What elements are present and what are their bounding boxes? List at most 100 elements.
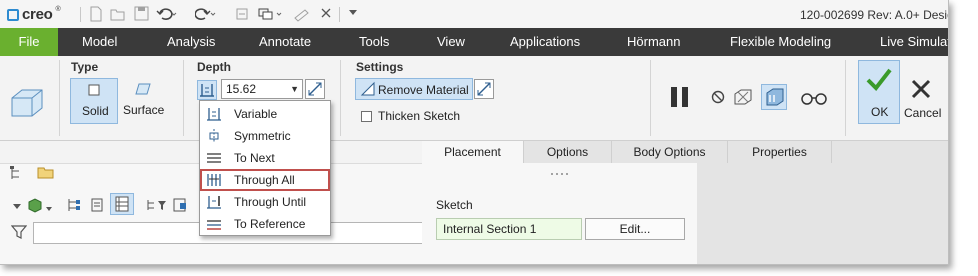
flip-depth-button[interactable] xyxy=(305,79,325,99)
no-preview-icon[interactable] xyxy=(710,89,726,108)
tab-live-simulation[interactable]: Live Simulation xyxy=(880,28,948,56)
menu-item-to-next[interactable]: To Next xyxy=(200,147,330,169)
menu-item-label: Symmetric xyxy=(234,129,291,143)
chevron-down-icon[interactable]: ▼ xyxy=(290,80,299,98)
surface-label: Surface xyxy=(123,103,165,117)
cancel-label[interactable]: Cancel xyxy=(904,106,941,120)
tree-columns-icon[interactable] xyxy=(172,197,188,216)
windows-icon[interactable] xyxy=(257,6,285,22)
ribbon-separator xyxy=(845,60,846,136)
edit-sketch-button[interactable]: Edit... xyxy=(585,218,685,240)
logo-text: creo xyxy=(22,6,53,23)
solid-button[interactable]: Solid xyxy=(70,78,118,124)
customize-icon[interactable] xyxy=(345,6,361,22)
menu-item-through-all[interactable]: Through All xyxy=(200,169,330,191)
collapse-chevron-icon[interactable] xyxy=(12,200,22,214)
quick-access-separator-2 xyxy=(339,7,340,22)
tab-flexible-modeling[interactable]: Flexible Modeling xyxy=(730,28,831,56)
tab-model[interactable]: Model xyxy=(82,28,117,56)
ribbon-separator xyxy=(650,60,651,136)
creo-window: creo ® 120-002699 Rev: A.0+ Design File … xyxy=(0,0,949,265)
symmetric-depth-icon xyxy=(206,128,222,144)
menu-item-label: To Reference xyxy=(234,217,306,231)
ribbon-separator xyxy=(183,60,184,136)
ribbon-separator xyxy=(59,60,60,136)
remove-material-label: Remove Material xyxy=(378,83,469,97)
solid-label: Solid xyxy=(82,104,109,118)
close-window-icon[interactable] xyxy=(292,6,312,22)
tab-view[interactable]: View xyxy=(437,28,465,56)
tab-hormann[interactable]: Hörmann xyxy=(627,28,680,56)
to-next-icon xyxy=(206,150,222,166)
through-until-icon xyxy=(206,194,222,210)
redo-icon[interactable] xyxy=(194,6,217,22)
title-bar: creo ® 120-002699 Rev: A.0+ Design xyxy=(0,0,948,29)
filter-icon xyxy=(10,224,28,243)
menu-item-through-until[interactable]: Through Until xyxy=(200,191,330,213)
tab-tools[interactable]: Tools xyxy=(359,28,389,56)
depth-option-button[interactable] xyxy=(197,80,217,100)
verify-glasses-icon[interactable] xyxy=(800,90,828,109)
menu-item-to-reference[interactable]: To Reference xyxy=(200,213,330,235)
undo-icon[interactable] xyxy=(156,6,178,22)
regenerate-icon[interactable] xyxy=(234,6,250,22)
tab-body-options[interactable]: Body Options xyxy=(612,141,728,163)
thicken-sketch-checkbox[interactable] xyxy=(361,111,372,122)
close-icon[interactable] xyxy=(318,6,334,22)
settings-group-label: Settings xyxy=(356,60,404,74)
menu-item-label: To Next xyxy=(234,151,275,165)
layer-tree-button[interactable] xyxy=(110,193,134,215)
new-icon[interactable] xyxy=(88,6,104,22)
remove-material-icon xyxy=(360,81,376,100)
tab-analysis[interactable]: Analysis xyxy=(167,28,215,56)
menu-item-variable[interactable]: Variable xyxy=(200,103,330,125)
sketch-label: Sketch xyxy=(436,198,473,212)
open-icon[interactable] xyxy=(110,6,126,22)
ribbon-separator xyxy=(340,60,341,136)
ok-button[interactable]: OK xyxy=(858,60,900,124)
solid-icon xyxy=(87,83,101,100)
extrude-icon xyxy=(10,88,44,121)
sketch-collector[interactable]: Internal Section 1 xyxy=(436,218,582,240)
variable-depth-icon xyxy=(206,106,222,122)
creo-logo-icon xyxy=(7,8,19,21)
cancel-x-icon[interactable] xyxy=(910,79,932,102)
through-all-icon xyxy=(206,172,222,188)
menu-item-symmetric[interactable]: Symmetric xyxy=(200,125,330,147)
menu-item-label: Through Until xyxy=(234,195,307,209)
feature-preview-button[interactable] xyxy=(761,84,787,110)
thicken-sketch-label: Thicken Sketch xyxy=(378,109,461,123)
depth-value: 15.62 xyxy=(226,82,257,96)
depth-value-input[interactable]: 15.62 ▼ xyxy=(221,79,303,99)
model-tree-icon[interactable] xyxy=(9,165,23,184)
tree-filter-icon[interactable] xyxy=(146,197,168,216)
tab-file[interactable]: File xyxy=(0,28,58,56)
tab-properties[interactable]: Properties xyxy=(728,141,832,163)
tab-applications[interactable]: Applications xyxy=(510,28,580,56)
remove-material-button[interactable]: Remove Material xyxy=(355,78,473,100)
creo-logo: creo ® xyxy=(7,6,61,23)
show-icon[interactable] xyxy=(90,197,104,216)
save-icon[interactable] xyxy=(133,6,149,22)
folder-browser-icon[interactable] xyxy=(37,164,55,183)
ok-label: OK xyxy=(871,105,889,119)
part-dropdown-icon[interactable] xyxy=(45,202,53,216)
document-title: 120-002699 Rev: A.0+ Design xyxy=(800,8,949,22)
tab-annotate[interactable]: Annotate xyxy=(259,28,311,56)
surface-icon xyxy=(134,82,152,99)
tree-settings-icon[interactable] xyxy=(66,197,82,216)
tab-options[interactable]: Options xyxy=(524,141,612,163)
part-icon[interactable] xyxy=(27,197,43,216)
to-reference-icon xyxy=(206,216,222,232)
checkmark-icon xyxy=(865,67,893,94)
quick-access-separator xyxy=(80,7,81,22)
panel-grip-icon[interactable] xyxy=(550,165,568,179)
menu-item-label: Variable xyxy=(234,107,278,121)
pause-icon[interactable] xyxy=(669,86,693,111)
geometry-preview-icon[interactable] xyxy=(733,88,753,109)
flip-material-button[interactable] xyxy=(474,79,494,99)
surface-button[interactable]: Surface xyxy=(120,78,168,124)
tab-placement[interactable]: Placement xyxy=(422,141,524,163)
type-group-label: Type xyxy=(71,60,99,74)
ribbon-tab-bar: File Model Analysis Annotate Tools View … xyxy=(0,28,948,56)
